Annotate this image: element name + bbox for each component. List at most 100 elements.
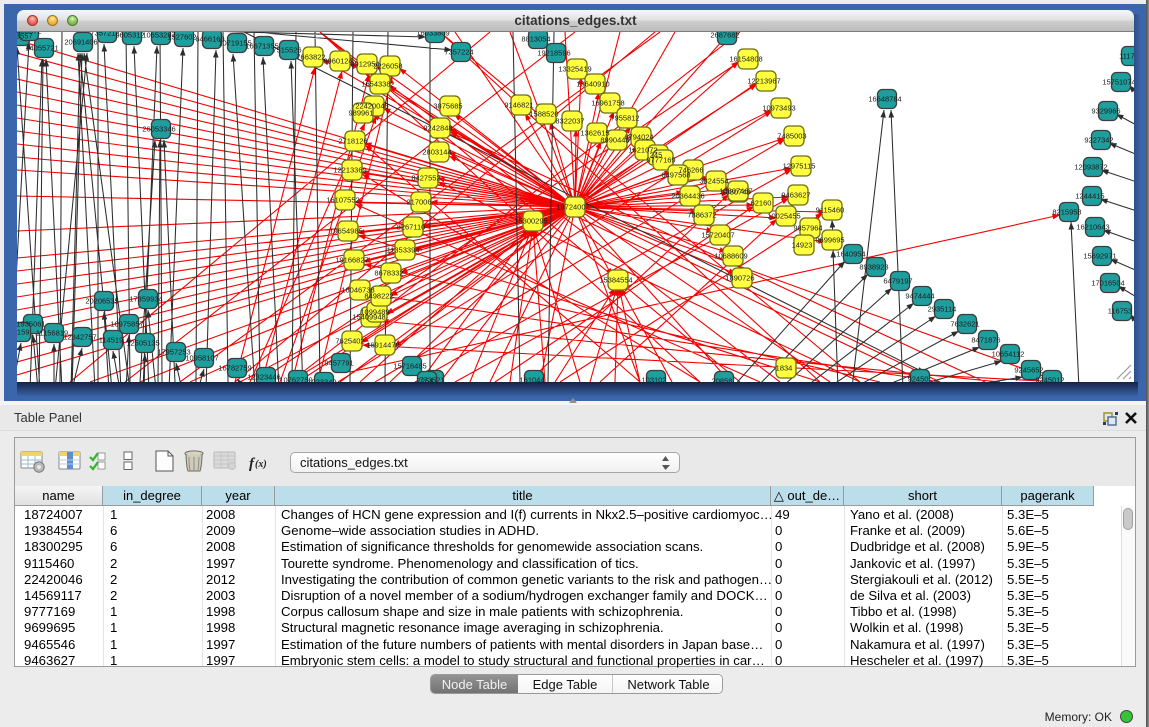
svg-text:15692971: 15692971 [1083, 252, 1116, 261]
svg-text:7625402: 7625402 [335, 337, 364, 346]
svg-text:10958107: 10958107 [185, 354, 218, 363]
svg-text:1640954: 1640954 [836, 250, 865, 259]
svg-text:8427552: 8427552 [411, 174, 440, 183]
svg-text:9605312: 9605312 [115, 32, 144, 40]
svg-text:1244415: 1244415 [1075, 192, 1104, 201]
svg-text:989961: 989961 [348, 109, 373, 118]
svg-text:7886372: 7886372 [687, 211, 716, 220]
svg-text:1023349: 1023349 [307, 378, 336, 383]
svg-text:15300295: 15300295 [514, 217, 547, 226]
svg-text:3875685: 3875685 [433, 102, 462, 111]
svg-text:19218596: 19218596 [537, 49, 570, 58]
svg-text:2803144: 2803144 [422, 148, 451, 157]
svg-text:16648784: 16648784 [868, 95, 901, 104]
svg-text:62160: 62160 [751, 199, 772, 208]
svg-text:12342757: 12342757 [63, 333, 96, 342]
svg-text:20206535: 20206535 [85, 297, 118, 306]
svg-text:16033809: 16033809 [416, 32, 449, 38]
svg-text:9777169: 9777169 [646, 156, 675, 165]
svg-text:92450: 92450 [908, 375, 929, 383]
svg-text:7632621: 7632621 [950, 320, 979, 329]
svg-text:12213369: 12213369 [333, 166, 366, 175]
svg-text:8938923: 8938923 [859, 263, 888, 272]
svg-text:7663822: 7663822 [296, 53, 325, 62]
svg-text:26053346: 26053346 [142, 125, 175, 134]
svg-text:8322037: 8322037 [555, 117, 584, 126]
svg-text:7955812: 7955812 [610, 114, 639, 123]
svg-text:10688609: 10688609 [714, 252, 747, 261]
svg-text:9474444: 9474444 [905, 292, 934, 301]
svg-text:1099489: 1099489 [360, 308, 389, 317]
svg-text:8960124: 8960124 [323, 57, 352, 66]
svg-text:19166827: 19166827 [335, 256, 368, 265]
svg-text:8215958: 8215958 [1052, 208, 1081, 217]
svg-text:20364436: 20364436 [671, 192, 704, 201]
svg-text:103102: 103102 [641, 376, 666, 383]
svg-text:11172: 11172 [1119, 52, 1134, 61]
svg-text:9245012: 9245012 [1035, 376, 1064, 383]
svg-text:161044: 161044 [519, 376, 544, 383]
svg-text:8498222: 8498222 [364, 292, 393, 301]
svg-text:10975857: 10975857 [110, 320, 143, 329]
svg-text:9146821: 9146821 [504, 101, 533, 110]
svg-text:6497568: 6497568 [661, 171, 690, 180]
svg-text:10807487: 10807487 [719, 187, 752, 196]
svg-text:12505135: 12505135 [126, 339, 159, 348]
svg-text:6794024: 6794024 [624, 133, 653, 142]
svg-text:39159: 39159 [17, 328, 29, 337]
svg-text:12213967: 12213967 [747, 77, 780, 86]
svg-text:9699695: 9699695 [815, 236, 844, 245]
svg-text:15384554: 15384554 [599, 276, 632, 285]
svg-text:16543382: 16543382 [361, 80, 394, 89]
svg-text:19654985: 19654985 [329, 227, 362, 236]
svg-text:9857964: 9857964 [793, 224, 822, 233]
svg-text:18724007: 18724007 [556, 203, 589, 212]
svg-text:10973493: 10973493 [762, 104, 795, 113]
svg-text:7254: 7254 [417, 377, 434, 383]
svg-text:9457791: 9457791 [324, 359, 353, 368]
svg-text:7357224: 7357224 [444, 48, 473, 57]
svg-text:10654112: 10654112 [992, 350, 1025, 359]
svg-text:16782759: 16782759 [218, 364, 251, 373]
svg-text:8678332: 8678332 [374, 269, 403, 278]
svg-text:17359934: 17359934 [129, 295, 162, 304]
svg-text:12093872: 12093872 [1074, 163, 1107, 172]
svg-text:18640910: 18640910 [576, 80, 609, 89]
svg-text:1890726: 1890726 [725, 274, 754, 283]
svg-text:9227342: 9227342 [1084, 136, 1113, 145]
svg-text:6479197: 6479197 [883, 277, 912, 286]
svg-text:12323446: 12323446 [247, 373, 280, 382]
svg-text:16107552: 16107552 [326, 196, 359, 205]
svg-text:15716485: 15716485 [393, 362, 426, 371]
svg-text:8471876: 8471876 [971, 336, 1000, 345]
svg-text:1588520: 1588520 [529, 110, 558, 119]
svg-text:9242848: 9242848 [423, 124, 452, 133]
svg-text:2405572: 2405572 [17, 32, 42, 36]
svg-text:16154808: 16154808 [729, 55, 762, 64]
svg-text:3824554: 3824554 [699, 177, 728, 186]
svg-text:9245652: 9245652 [1014, 366, 1043, 375]
svg-text:20691406: 20691406 [64, 38, 97, 47]
svg-text:15720407: 15720407 [701, 231, 734, 240]
svg-text:10025455: 10025455 [767, 212, 800, 221]
svg-text:2687682: 2687682 [710, 32, 739, 40]
svg-text:1834: 1834 [776, 364, 793, 373]
svg-text:9115460: 9115460 [816, 206, 845, 215]
svg-text:217006: 217006 [406, 198, 431, 207]
svg-text:14923: 14923 [792, 241, 813, 250]
svg-text:13325419: 13325419 [558, 65, 591, 74]
svg-text:1527602: 1527602 [167, 33, 196, 42]
svg-text:2935114: 2935114 [928, 305, 957, 314]
svg-text:(x): (x) [255, 459, 267, 470]
svg-text:15751074: 15751074 [1102, 78, 1134, 87]
svg-text:2718126: 2718126 [338, 137, 367, 146]
svg-text:8267110: 8267110 [397, 223, 426, 232]
svg-text:7485003: 7485003 [777, 132, 806, 141]
svg-text:2226058: 2226058 [373, 62, 402, 71]
svg-text:20858: 20858 [712, 377, 733, 383]
svg-text:16210643: 16210643 [1076, 223, 1109, 232]
svg-text:12975115: 12975115 [783, 162, 816, 171]
svg-text:16914479: 16914479 [366, 341, 399, 350]
svg-text:114519: 114519 [99, 336, 123, 345]
svg-text:14055721: 14055721 [25, 44, 58, 53]
